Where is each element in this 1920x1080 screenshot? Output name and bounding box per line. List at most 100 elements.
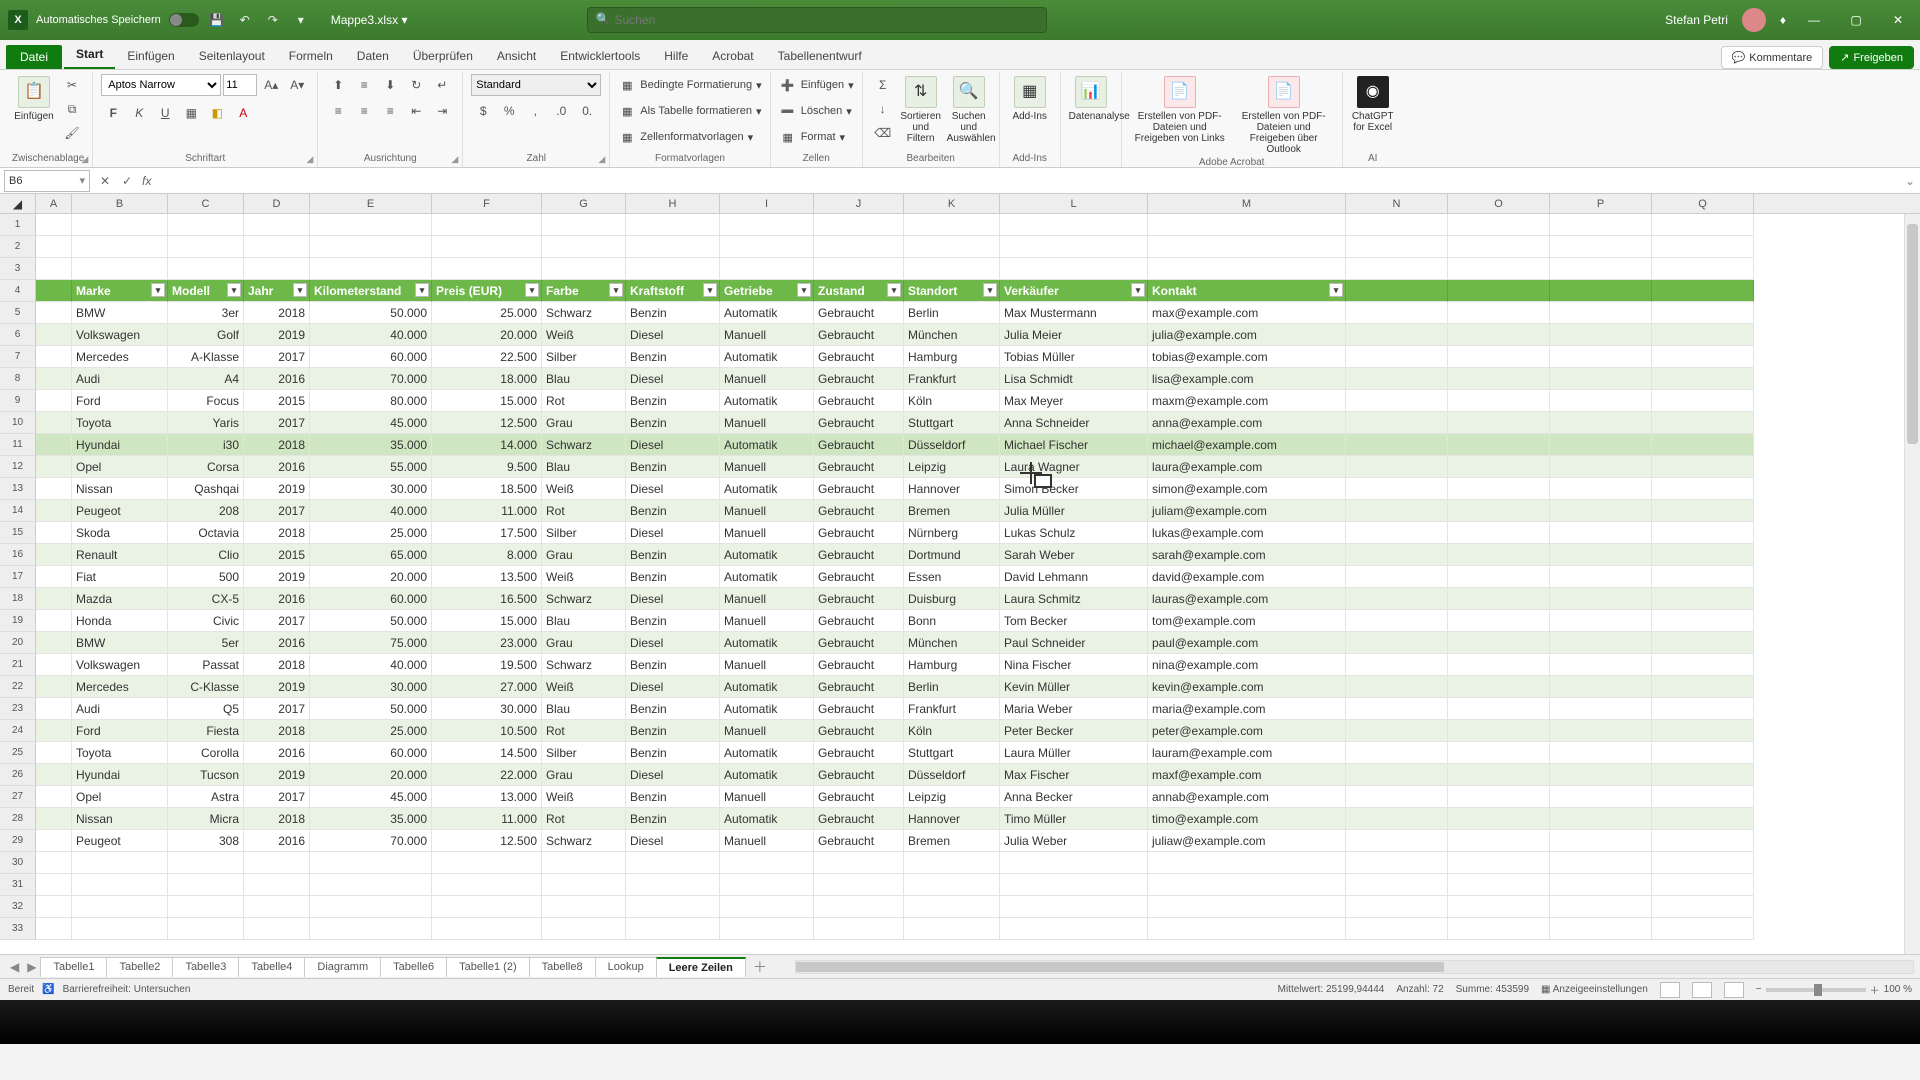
cell[interactable]: Grau xyxy=(542,764,626,786)
cell[interactable] xyxy=(168,918,244,940)
row-header[interactable]: 2 xyxy=(0,236,36,258)
cell[interactable] xyxy=(1346,302,1448,324)
cell[interactable]: 30.000 xyxy=(310,676,432,698)
cell[interactable] xyxy=(1652,500,1754,522)
cell[interactable] xyxy=(1346,874,1448,896)
col-header[interactable]: J xyxy=(814,194,904,213)
cell[interactable] xyxy=(1346,896,1448,918)
cell[interactable] xyxy=(626,874,720,896)
cell[interactable] xyxy=(1448,434,1550,456)
cell[interactable] xyxy=(1448,324,1550,346)
cell[interactable] xyxy=(36,544,72,566)
cell[interactable]: Grau xyxy=(542,412,626,434)
cell[interactable] xyxy=(310,918,432,940)
save-icon[interactable]: 💾 xyxy=(207,10,227,30)
zoom-in-icon[interactable]: ＋ xyxy=(1870,982,1880,997)
cell[interactable] xyxy=(1652,302,1754,324)
cell[interactable] xyxy=(1448,654,1550,676)
cell[interactable] xyxy=(814,236,904,258)
cell[interactable] xyxy=(72,214,168,236)
border-icon[interactable]: ▦ xyxy=(179,102,203,124)
cell[interactable] xyxy=(626,258,720,280)
tab-hilfe[interactable]: Hilfe xyxy=(652,43,700,69)
cell[interactable] xyxy=(1000,874,1148,896)
worksheet-grid[interactable]: ◢ABCDEFGHIJKLMNOPQ 1234Marke▾Modell▾Jahr… xyxy=(0,194,1920,954)
row-header[interactable]: 6 xyxy=(0,324,36,346)
cell[interactable]: Gebraucht xyxy=(814,742,904,764)
cell[interactable]: Rot xyxy=(542,720,626,742)
cell[interactable] xyxy=(1550,808,1652,830)
cell[interactable] xyxy=(1550,874,1652,896)
cell[interactable]: C-Klasse xyxy=(168,676,244,698)
cell[interactable] xyxy=(1346,742,1448,764)
cell[interactable]: Audi xyxy=(72,698,168,720)
format-painter-icon[interactable]: 🖌 xyxy=(60,122,84,144)
cell[interactable] xyxy=(1448,676,1550,698)
cell[interactable]: Dortmund xyxy=(904,544,1000,566)
cell[interactable] xyxy=(1346,390,1448,412)
sheet-tab[interactable]: Tabelle8 xyxy=(529,957,596,977)
cell[interactable] xyxy=(432,918,542,940)
cell[interactable] xyxy=(310,874,432,896)
cell[interactable] xyxy=(1550,346,1652,368)
cell[interactable] xyxy=(1550,258,1652,280)
filter-icon[interactable]: ▾ xyxy=(293,283,307,297)
cell[interactable] xyxy=(1346,676,1448,698)
cell[interactable]: Benzin xyxy=(626,500,720,522)
cell[interactable] xyxy=(542,214,626,236)
cell[interactable]: Kilometerstand▾ xyxy=(310,280,432,302)
select-all-corner[interactable]: ◢ xyxy=(0,194,36,213)
cell[interactable]: 15.000 xyxy=(432,610,542,632)
cell[interactable]: Tobias Müller xyxy=(1000,346,1148,368)
cell[interactable] xyxy=(904,852,1000,874)
cell[interactable]: 40.000 xyxy=(310,324,432,346)
cell[interactable] xyxy=(1550,478,1652,500)
cell[interactable]: Automatik xyxy=(720,544,814,566)
cell[interactable] xyxy=(168,874,244,896)
cell[interactable] xyxy=(36,500,72,522)
cell[interactable]: 10.500 xyxy=(432,720,542,742)
cell[interactable] xyxy=(1652,390,1754,412)
sheet-nav-prev-icon[interactable]: ◀ xyxy=(6,960,23,974)
formula-input[interactable] xyxy=(155,170,1900,192)
cell[interactable]: Weiß xyxy=(542,676,626,698)
row-header[interactable]: 8 xyxy=(0,368,36,390)
cell[interactable]: 3er xyxy=(168,302,244,324)
qat-more-icon[interactable]: ▾ xyxy=(291,10,311,30)
cell[interactable] xyxy=(1000,236,1148,258)
cell[interactable] xyxy=(1652,214,1754,236)
cell[interactable]: Frankfurt xyxy=(904,368,1000,390)
cell[interactable]: 2018 xyxy=(244,808,310,830)
cell[interactable] xyxy=(1652,434,1754,456)
cell[interactable] xyxy=(1652,610,1754,632)
cell[interactable] xyxy=(36,720,72,742)
horizontal-scrollbar[interactable] xyxy=(795,960,1914,974)
cell[interactable]: Astra xyxy=(168,786,244,808)
cell[interactable]: Micra xyxy=(168,808,244,830)
cell[interactable]: lisa@example.com xyxy=(1148,368,1346,390)
tab-formeln[interactable]: Formeln xyxy=(277,43,345,69)
cell[interactable]: Michael Fischer xyxy=(1000,434,1148,456)
cell[interactable]: 2015 xyxy=(244,390,310,412)
cell[interactable] xyxy=(904,874,1000,896)
cell[interactable]: Julia Müller xyxy=(1000,500,1148,522)
cell[interactable]: Max Fischer xyxy=(1000,764,1148,786)
cell[interactable]: Gebraucht xyxy=(814,676,904,698)
cell[interactable]: Diesel xyxy=(626,764,720,786)
cell[interactable]: 2015 xyxy=(244,544,310,566)
cell[interactable] xyxy=(1550,786,1652,808)
cell[interactable]: sarah@example.com xyxy=(1148,544,1346,566)
cell[interactable]: nina@example.com xyxy=(1148,654,1346,676)
cell[interactable]: 2019 xyxy=(244,478,310,500)
cell[interactable]: 2016 xyxy=(244,368,310,390)
dialog-launcher-icon[interactable]: ◢ xyxy=(81,154,88,165)
insert-cells-button[interactable]: ➕Einfügen ▾ xyxy=(779,74,854,96)
cell[interactable] xyxy=(1448,610,1550,632)
cell[interactable]: 50.000 xyxy=(310,610,432,632)
cell[interactable] xyxy=(36,346,72,368)
cell[interactable]: CX-5 xyxy=(168,588,244,610)
col-header[interactable]: H xyxy=(626,194,720,213)
cell[interactable] xyxy=(1550,390,1652,412)
underline-icon[interactable]: U xyxy=(153,102,177,124)
cell[interactable] xyxy=(168,258,244,280)
